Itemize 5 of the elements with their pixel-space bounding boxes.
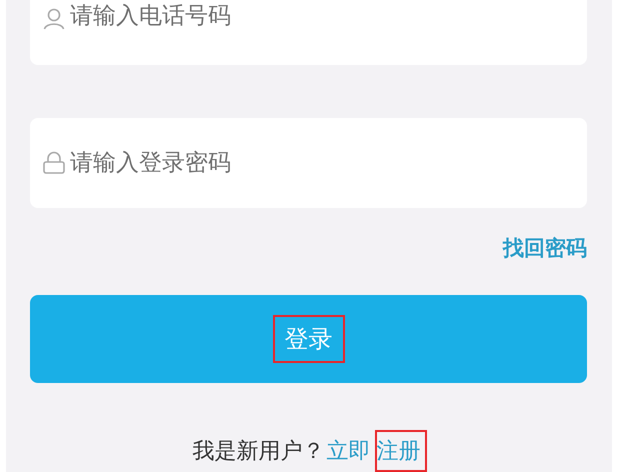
forgot-password-link[interactable]: 找回密码 xyxy=(503,236,587,262)
login-button[interactable]: 登录 xyxy=(30,295,587,383)
new-user-prompt: 我是新用户？ xyxy=(192,438,324,466)
phone-field[interactable]: 请输入电话号码 xyxy=(30,0,587,65)
password-field[interactable]: 请输入登录密码 xyxy=(30,118,587,208)
